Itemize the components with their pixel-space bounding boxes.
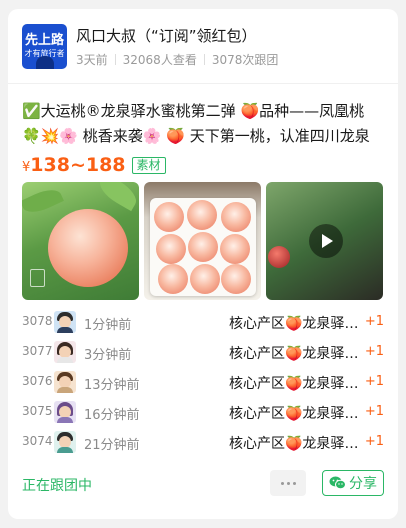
group-meta: 3天前 32068人查看 3078次跟团 <box>76 51 278 68</box>
price: ¥138~188 <box>22 154 126 176</box>
order-list: 3078 1分钟前 核心产区🍑龙泉驿水蜜桃 +1 3077 3分钟前 核心产区🍑… <box>22 307 384 457</box>
watermark-icon <box>30 269 45 287</box>
peach-shape <box>156 234 186 264</box>
avatar-figure <box>36 56 54 69</box>
share-label: 分享 <box>349 476 377 492</box>
gallery-image-peach-tree[interactable] <box>22 182 139 300</box>
buyer-avatar[interactable] <box>54 431 76 453</box>
peach-shape <box>48 209 128 287</box>
leaf-shape <box>94 182 139 212</box>
more-dot-icon <box>293 482 296 485</box>
order-time: 3分钟前 <box>84 348 132 363</box>
gallery-video-thumbnail[interactable] <box>266 182 383 300</box>
avatar-body <box>57 357 73 363</box>
order-time: 13分钟前 <box>84 378 140 393</box>
order-row[interactable]: 3076 13分钟前 核心产区🍑龙泉驿水蜜桃 +1 <box>22 367 384 397</box>
more-dot-icon <box>287 482 290 485</box>
share-button[interactable]: 分享 <box>322 470 384 496</box>
gallery-image-boxed-peaches[interactable] <box>144 182 261 300</box>
image-gallery <box>22 182 384 300</box>
buyer-avatar[interactable] <box>54 401 76 423</box>
more-dot-icon <box>281 482 284 485</box>
order-quantity: +1 <box>364 404 384 419</box>
peach-shape <box>221 202 251 232</box>
order-quantity: +1 <box>364 374 384 389</box>
avatar-body <box>57 387 73 393</box>
order-row[interactable]: 3078 1分钟前 核心产区🍑龙泉驿水蜜桃 +1 <box>22 307 384 337</box>
avatar-body <box>57 327 73 333</box>
view-count: 32068人查看 <box>122 53 197 67</box>
peach-shape <box>190 264 220 294</box>
order-quantity: +1 <box>364 344 384 359</box>
avatar-body <box>57 447 73 453</box>
price-range: 138~188 <box>30 154 126 176</box>
order-number: 3075 <box>22 404 53 418</box>
product-description[interactable]: ✅大运桃®龙泉驿水蜜桃第二弹 🍑品种——凤凰桃 🍀💥🌸 桃香来袭🌸 🍑 天下第一… <box>22 99 384 149</box>
meta-divider <box>203 54 205 65</box>
order-product: 核心产区🍑龙泉驿水蜜桃 <box>229 316 365 332</box>
order-number: 3078 <box>22 314 53 328</box>
order-product: 核心产区🍑龙泉驿水蜜桃 <box>229 346 365 362</box>
card-footer: 正在跟团中 分享 <box>22 470 384 496</box>
order-quantity: +1 <box>364 314 384 329</box>
group-status: 正在跟团中 <box>22 478 92 494</box>
buyer-avatar[interactable] <box>54 341 76 363</box>
header-divider <box>8 83 398 84</box>
avatar[interactable]: 先上路 才有旅行者 <box>22 24 67 69</box>
peach-shape <box>158 264 188 294</box>
more-options-button[interactable] <box>270 470 306 496</box>
order-row[interactable]: 3077 3分钟前 核心产区🍑龙泉驿水蜜桃 +1 <box>22 337 384 367</box>
card-header[interactable]: 先上路 才有旅行者 风口大叔（“订阅”领红包） 3天前 32068人查看 307… <box>22 24 384 70</box>
order-product: 核心产区🍑龙泉驿水蜜桃 <box>229 406 365 422</box>
join-count: 3078次跟团 <box>211 53 279 67</box>
peach-shape <box>220 234 250 264</box>
order-product: 核心产区🍑龙泉驿水蜜桃 <box>229 376 365 392</box>
avatar-body <box>57 417 73 423</box>
order-number: 3077 <box>22 344 53 358</box>
peach-tray <box>150 198 256 296</box>
order-time: 1分钟前 <box>84 318 132 333</box>
group-title[interactable]: 风口大叔（“订阅”领红包） <box>76 25 257 46</box>
order-number: 3076 <box>22 374 53 388</box>
material-tag[interactable]: 素材 <box>131 156 166 174</box>
order-time: 16分钟前 <box>84 408 140 423</box>
order-row[interactable]: 3075 16分钟前 核心产区🍑龙泉驿水蜜桃 +1 <box>22 397 384 427</box>
buyer-avatar[interactable] <box>54 311 76 333</box>
order-number: 3074 <box>22 434 53 448</box>
peach-shape <box>154 202 184 232</box>
price-row: ¥138~188 素材 <box>22 152 166 178</box>
order-row[interactable]: 3074 21分钟前 核心产区🍑龙泉驿水蜜桃 +1 <box>22 427 384 457</box>
avatar-text-main: 先上路 <box>24 33 64 48</box>
order-quantity: +1 <box>364 434 384 449</box>
play-icon[interactable] <box>309 224 343 258</box>
order-product: 核心产区🍑龙泉驿水蜜桃 <box>229 436 365 452</box>
peach-shape <box>268 246 290 268</box>
wechat-icon <box>329 476 346 490</box>
group-buy-card[interactable]: 先上路 才有旅行者 风口大叔（“订阅”领红包） 3天前 32068人查看 307… <box>8 9 398 519</box>
buyer-avatar[interactable] <box>54 371 76 393</box>
meta-divider <box>114 54 116 65</box>
posted-time: 3天前 <box>76 53 108 67</box>
order-time: 21分钟前 <box>84 438 140 453</box>
peach-shape <box>188 232 218 262</box>
leaf-shape <box>22 184 64 218</box>
peach-shape <box>221 264 251 294</box>
peach-shape <box>187 200 217 230</box>
